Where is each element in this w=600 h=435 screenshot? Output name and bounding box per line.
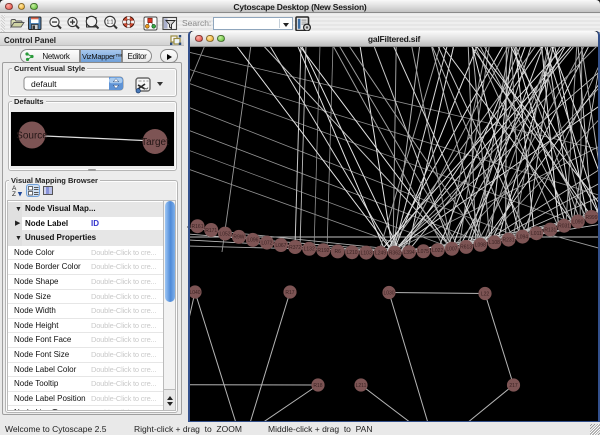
svg-text:L096: L096 <box>247 238 258 244</box>
svg-text:L249: L249 <box>375 251 386 257</box>
svg-text:L103: L103 <box>361 250 372 256</box>
svg-text:L067: L067 <box>275 243 286 249</box>
svg-text:Target: Target <box>141 137 169 148</box>
svg-text:R231: R231 <box>503 237 515 243</box>
svg-text:L094: L094 <box>517 234 528 240</box>
svg-text:R613: R613 <box>460 245 472 251</box>
svg-text:R999: R999 <box>586 215 598 221</box>
svg-text:L210: L210 <box>346 250 357 256</box>
svg-text:L394: L394 <box>404 250 415 256</box>
svg-text:L211: L211 <box>356 383 367 389</box>
svg-text:R6: R6 <box>334 249 341 255</box>
svg-text:L011: L011 <box>531 231 542 237</box>
svg-text:L098: L098 <box>475 243 486 249</box>
svg-text:R031: R031 <box>558 224 570 230</box>
svg-text:L052: L052 <box>219 231 230 237</box>
svg-text:L090: L090 <box>572 219 583 225</box>
svg-text:L075: L075 <box>418 249 429 255</box>
svg-text:R131: R131 <box>544 227 556 233</box>
svg-text:R17: R17 <box>285 290 294 296</box>
svg-text:L108: L108 <box>489 240 500 246</box>
svg-text:L132: L132 <box>304 247 315 253</box>
svg-text:Z: Z <box>12 191 16 197</box>
svg-text:1:1: 1:1 <box>107 20 114 26</box>
svg-text:R161: R161 <box>192 224 204 230</box>
svg-text:default: default <box>31 79 57 89</box>
svg-text:R9W: R9W <box>233 235 244 241</box>
svg-text:Source: Source <box>16 131 48 142</box>
svg-text:L007: L007 <box>446 247 457 253</box>
svg-text:L072: L072 <box>261 240 272 246</box>
svg-text:R192: R192 <box>317 248 329 254</box>
svg-text:R362: R362 <box>389 250 401 256</box>
svg-text:L22: L22 <box>481 291 490 297</box>
svg-text:L040: L040 <box>190 290 201 296</box>
svg-text:217: 217 <box>509 383 518 389</box>
svg-text:L030: L030 <box>383 290 394 296</box>
svg-text:R18: R18 <box>313 383 322 389</box>
svg-text:R372: R372 <box>289 245 301 251</box>
svg-text:R171: R171 <box>205 228 217 234</box>
svg-text:L022: L022 <box>432 248 443 254</box>
